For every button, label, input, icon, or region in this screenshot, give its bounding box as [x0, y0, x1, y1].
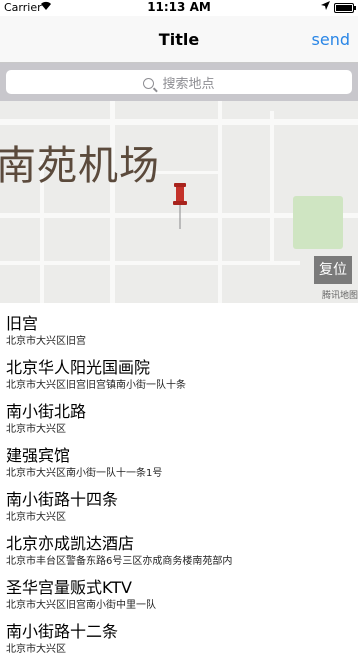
place-name: 北京华人阳光国画院 — [6, 358, 151, 377]
search-icon — [143, 78, 155, 89]
park-area — [293, 196, 343, 249]
reset-location-button[interactable]: 复位 — [314, 256, 352, 284]
place-name: 圣华宫量贩式KTV — [6, 578, 132, 597]
send-button[interactable]: send — [312, 30, 350, 49]
search-results-list: 旧宫 北京市大兴区旧宫 北京华人阳光国画院 北京市大兴区旧宫旧宫镇南小街一队十条… — [0, 306, 358, 658]
place-name: 南小街路十二条 — [6, 622, 119, 641]
place-name: 北京亦成凯达酒店 — [6, 534, 135, 553]
place-name: 南小街路十四条 — [6, 490, 119, 509]
list-item[interactable]: 建强宾馆 北京市大兴区南小街一队十一条1号 — [0, 438, 358, 482]
place-address: 北京市大兴区旧宫旧宫镇南小街一队十条 — [6, 380, 186, 391]
map-pin-icon — [173, 183, 187, 231]
list-item[interactable]: 南小街路十二条 北京市大兴区 — [0, 614, 358, 658]
list-item[interactable]: 南小街北路 北京市大兴区 — [0, 394, 358, 438]
place-address: 北京市大兴区旧宫南小街中里一队 — [6, 600, 156, 611]
navigation-bar: Title send — [0, 16, 358, 63]
list-item[interactable]: 北京华人阳光国画院 北京市大兴区旧宫旧宫镇南小街一队十条 — [0, 350, 358, 394]
map-place-label: 南苑机场 — [0, 143, 160, 189]
map-view[interactable]: 南苑机场 复位 腾讯地图 — [0, 101, 358, 303]
place-name: 建强宾馆 — [6, 446, 71, 465]
search-input[interactable]: 搜索地点 — [6, 70, 352, 94]
list-item[interactable]: 南小街路十四条 北京市大兴区 — [0, 482, 358, 526]
place-address: 北京市大兴区旧宫 — [6, 336, 86, 347]
list-item[interactable]: 北京亦成凯达酒店 北京市丰台区警备东路6号三区亦成商务楼南苑部内 — [0, 526, 358, 570]
status-bar: Carrier 11:13 AM — [0, 0, 358, 16]
search-placeholder: 搜索地点 — [162, 77, 215, 92]
list-item[interactable]: 旧宫 北京市大兴区旧宫 — [0, 306, 358, 350]
place-name: 南小街北路 — [6, 402, 87, 421]
place-address: 北京市丰台区警备东路6号三区亦成商务楼南苑部内 — [6, 556, 233, 567]
place-address: 北京市大兴区 — [6, 424, 66, 435]
map-brand-label: 腾讯地图 — [321, 291, 358, 301]
place-address: 北京市大兴区南小街一队十一条1号 — [6, 468, 163, 479]
list-item[interactable]: 圣华宫量贩式KTV 北京市大兴区旧宫南小街中里一队 — [0, 570, 358, 614]
status-time: 11:13 AM — [147, 0, 211, 14]
place-address: 北京市大兴区 — [6, 644, 66, 655]
search-bar: 搜索地点 — [0, 63, 358, 101]
page-title: Title — [158, 30, 200, 49]
battery-icon — [334, 3, 356, 13]
location-arrow-icon — [321, 1, 330, 13]
place-address: 北京市大兴区 — [6, 512, 66, 523]
place-name: 旧宫 — [6, 314, 39, 333]
